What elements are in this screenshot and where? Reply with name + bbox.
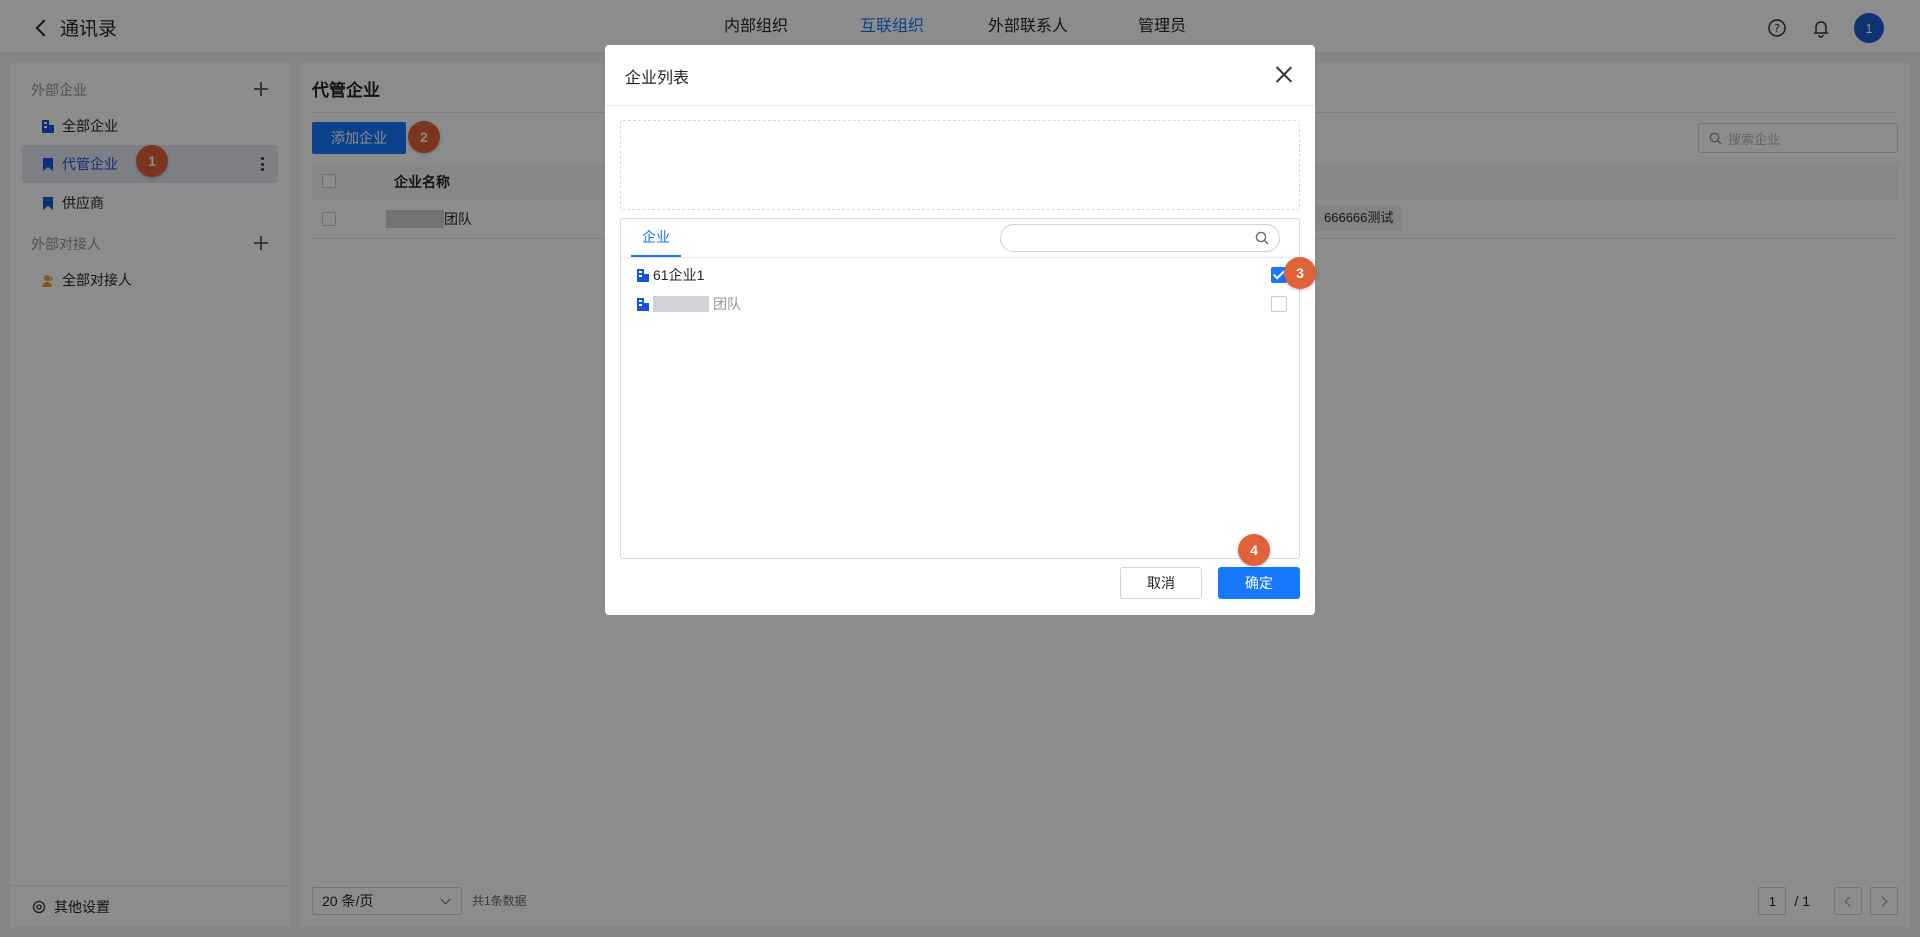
item-checkbox[interactable] — [1271, 296, 1287, 312]
list-item-label: 61企业1 — [653, 267, 705, 283]
building-icon — [637, 297, 649, 311]
divider — [621, 257, 1299, 258]
step-marker-3: 3 — [1284, 257, 1316, 289]
cancel-button[interactable]: 取消 — [1120, 567, 1202, 599]
divider — [605, 105, 1315, 106]
search-icon — [1255, 231, 1269, 245]
list-item-label: 团队 — [713, 296, 741, 312]
list-item[interactable]: 61企业1 — [637, 262, 1287, 288]
company-list-panel: 企业 61企业1 团队 — [620, 218, 1300, 559]
company-search-input[interactable] — [1000, 224, 1280, 252]
dialog-title: 企业列表 — [625, 70, 690, 87]
redacted-block — [653, 296, 709, 312]
step-marker-4: 4 — [1238, 534, 1270, 566]
list-item[interactable]: 团队 — [637, 291, 1287, 317]
company-list-dialog: 企业列表 企业 61企业1 团队 取消 确定 — [605, 45, 1315, 615]
confirm-button[interactable]: 确定 — [1218, 567, 1300, 599]
building-icon — [637, 268, 649, 282]
close-icon[interactable] — [1275, 65, 1293, 83]
selected-items-area — [620, 120, 1300, 210]
tab-company[interactable]: 企业 — [631, 219, 681, 257]
